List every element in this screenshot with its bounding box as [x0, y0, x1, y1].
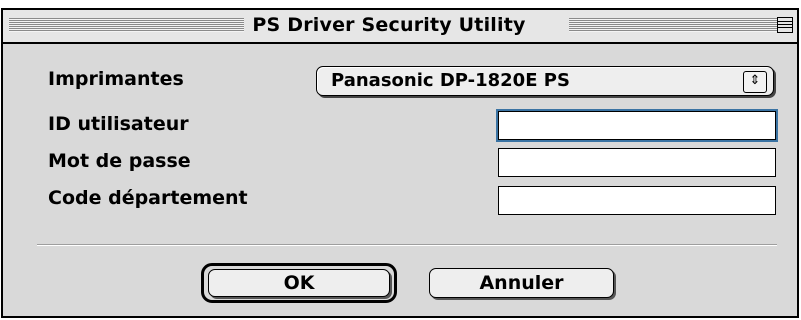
ok-button[interactable]: OK: [208, 269, 390, 297]
department-code-field[interactable]: [498, 186, 776, 215]
dialog-window: PS Driver Security Utility Imprimantes P…: [1, 8, 799, 318]
user-id-field[interactable]: [498, 111, 776, 140]
printer-label: Imprimantes: [48, 68, 184, 90]
printer-select-value: Panasonic DP-1820E PS: [331, 70, 570, 91]
password-label: Mot de passe: [48, 150, 191, 172]
printer-select[interactable]: Panasonic DP-1820E PS ⇕: [316, 66, 774, 96]
password-field[interactable]: [498, 148, 776, 177]
window-collapse-icon[interactable]: [777, 17, 793, 33]
title-bar[interactable]: PS Driver Security Utility: [3, 10, 797, 44]
up-down-arrows-icon: ⇕: [743, 71, 767, 93]
user-id-label: ID utilisateur: [48, 113, 189, 135]
cancel-button[interactable]: Annuler: [429, 268, 614, 298]
window-title: PS Driver Security Utility: [3, 14, 775, 36]
separator: [37, 244, 777, 246]
department-code-label: Code département: [48, 187, 248, 209]
